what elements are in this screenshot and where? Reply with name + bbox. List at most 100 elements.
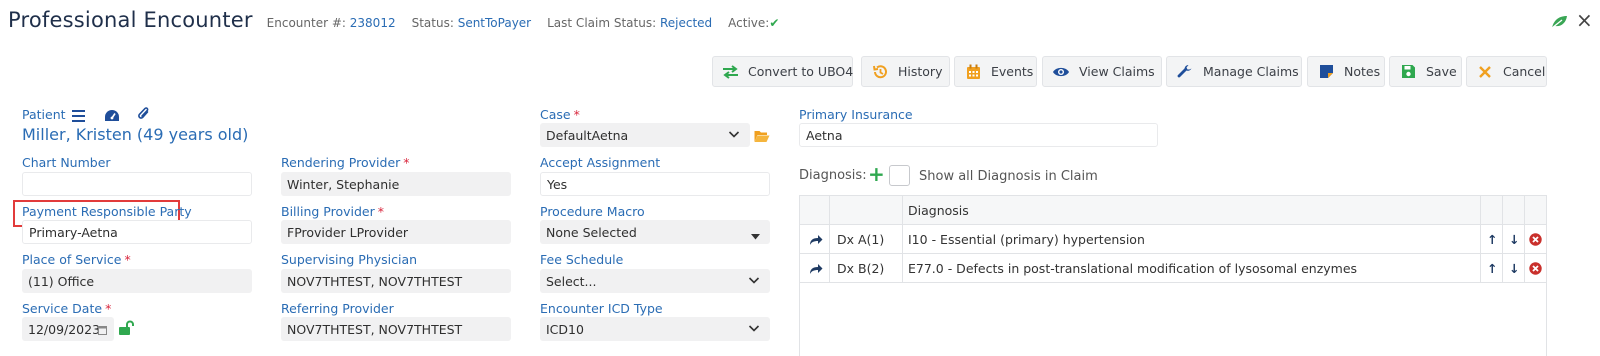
procedure-macro-value: None Selected	[546, 224, 637, 240]
save-label: Save	[1426, 64, 1457, 79]
diagnosis-code: Dx B(2)	[837, 261, 885, 276]
events-label: Events	[991, 64, 1034, 79]
service-date-field[interactable]: 12/09/2023	[22, 317, 114, 341]
referring-provider-field[interactable]: NOV7THTEST, NOV7THTEST	[281, 317, 511, 341]
column-divider	[902, 196, 903, 283]
calendar-icon	[964, 63, 982, 81]
case-value: DefaultAetna	[546, 127, 629, 143]
notes-button[interactable]: Notes	[1307, 56, 1385, 87]
diagnosis-label: Diagnosis:	[799, 168, 867, 183]
diagnosis-table: Diagnosis Dx A(1) I10 - Essential (prima…	[799, 195, 1547, 356]
move-down-icon[interactable]: ↓	[1509, 225, 1519, 254]
chevron-down-icon	[748, 322, 760, 337]
case-label: Case *	[540, 107, 580, 122]
diagnosis-column-header: Diagnosis	[908, 203, 969, 218]
fee-schedule-label: Fee Schedule	[540, 252, 624, 267]
delete-icon[interactable]	[1529, 254, 1542, 283]
billing-provider-field[interactable]: FProvider LProvider	[281, 220, 511, 244]
chart-number-field[interactable]	[22, 172, 252, 196]
diagnosis-description: E77.0 - Defects in post-translational mo…	[908, 261, 1358, 276]
move-up-icon[interactable]: ↑	[1487, 254, 1497, 283]
list-icon[interactable]	[72, 107, 85, 126]
dashboard-gauge-icon[interactable]	[104, 107, 120, 126]
accept-assignment-label: Accept Assignment	[540, 155, 661, 170]
referring-provider-label: Referring Provider	[281, 301, 394, 316]
encounter-status: Status: SentToPayer	[411, 16, 532, 30]
service-date-label: Service Date *	[22, 301, 112, 316]
accept-assignment-field[interactable]: Yes	[540, 172, 770, 196]
patient-name[interactable]: Miller, Kristen (49 years old)	[22, 125, 248, 144]
primary-insurance-field[interactable]: Aetna	[799, 123, 1158, 147]
supervising-physician-field[interactable]: NOV7THTEST, NOV7THTEST	[281, 269, 511, 293]
table-row: Dx B(2) E77.0 - Defects in post-translat…	[800, 254, 1546, 283]
share-arrow-icon[interactable]	[808, 225, 824, 254]
encounter-icd-type-select[interactable]: ICD10	[540, 317, 770, 341]
swap-arrows-icon	[722, 63, 739, 81]
diagnosis-code: Dx A(1)	[837, 232, 885, 247]
move-up-icon[interactable]: ↑	[1487, 225, 1497, 254]
column-divider	[1480, 196, 1481, 283]
note-icon	[1317, 63, 1335, 81]
calendar-icon[interactable]	[98, 323, 107, 338]
close-icon[interactable]: ×	[1576, 10, 1593, 30]
primary-insurance-label: Primary Insurance	[799, 107, 913, 122]
unlock-icon[interactable]	[118, 320, 134, 340]
procedure-macro-label: Procedure Macro	[540, 204, 645, 219]
billing-provider-label: Billing Provider *	[281, 204, 385, 219]
wrench-icon	[1176, 63, 1194, 81]
column-divider	[829, 196, 830, 283]
case-select[interactable]: DefaultAetna	[540, 123, 750, 147]
view-claims-button[interactable]: View Claims	[1042, 56, 1162, 87]
show-all-diagnosis-checkbox[interactable]	[889, 165, 910, 186]
show-all-diagnosis-label: Show all Diagnosis in Claim	[919, 169, 1098, 184]
paperclip-icon[interactable]	[137, 106, 150, 125]
service-date-value: 12/09/2023	[28, 321, 101, 337]
view-claims-label: View Claims	[1079, 64, 1155, 79]
diagnosis-description: I10 - Essential (primary) hypertension	[908, 232, 1145, 247]
events-button[interactable]: Events	[954, 56, 1037, 87]
add-diagnosis-icon[interactable]: +	[868, 163, 885, 185]
place-of-service-field[interactable]: (11) Office	[22, 269, 252, 293]
notes-label: Notes	[1344, 64, 1381, 79]
caret-down-icon	[751, 228, 760, 243]
active-status: Active:✔	[728, 16, 780, 30]
folder-open-icon[interactable]	[754, 128, 770, 147]
supervising-physician-label: Supervising Physician	[281, 252, 418, 267]
payment-responsible-party-field[interactable]: Primary-Aetna	[22, 220, 252, 244]
check-icon: ✔	[769, 16, 780, 30]
rendering-provider-field[interactable]: Winter, Stephanie	[281, 172, 511, 196]
convert-label: Convert to UBO4	[748, 64, 854, 79]
patient-label: Patient	[22, 107, 66, 122]
column-divider	[1502, 196, 1503, 283]
floppy-disk-icon	[1399, 63, 1417, 81]
cancel-label: Cancel	[1503, 64, 1546, 79]
leaf-icon	[1551, 14, 1568, 33]
encounter-number: Encounter #: 238012	[266, 16, 396, 30]
delete-icon[interactable]	[1529, 225, 1542, 254]
history-icon	[871, 63, 889, 81]
place-of-service-label: Place of Service *	[22, 252, 131, 267]
last-claim-status: Last Claim Status: Rejected	[547, 16, 713, 30]
chevron-down-icon	[748, 274, 760, 289]
encounter-icd-type-label: Encounter ICD Type	[540, 301, 663, 316]
history-button[interactable]: History	[861, 56, 950, 87]
share-arrow-icon[interactable]	[808, 254, 824, 283]
cancel-button[interactable]: Cancel	[1466, 56, 1547, 87]
column-divider	[1524, 196, 1525, 283]
rendering-provider-label: Rendering Provider *	[281, 155, 410, 170]
chevron-down-icon	[728, 128, 740, 143]
history-label: History	[898, 64, 943, 79]
move-down-icon[interactable]: ↓	[1509, 254, 1519, 283]
page-title: Professional Encounter	[8, 8, 253, 32]
x-icon	[1476, 63, 1494, 81]
convert-to-ubo4-button[interactable]: Convert to UBO4	[712, 56, 853, 87]
fee-schedule-select[interactable]: Select...	[540, 269, 770, 293]
table-row: Dx A(1) I10 - Essential (primary) hypert…	[800, 225, 1546, 254]
table-header: Diagnosis	[800, 196, 1546, 225]
eye-icon	[1052, 63, 1070, 81]
save-button[interactable]: Save	[1389, 56, 1462, 87]
encounter-icd-type-value: ICD10	[546, 321, 584, 337]
chart-number-label: Chart Number	[22, 155, 111, 170]
procedure-macro-select[interactable]: None Selected	[540, 220, 770, 244]
manage-claims-button[interactable]: Manage Claims	[1166, 56, 1302, 87]
